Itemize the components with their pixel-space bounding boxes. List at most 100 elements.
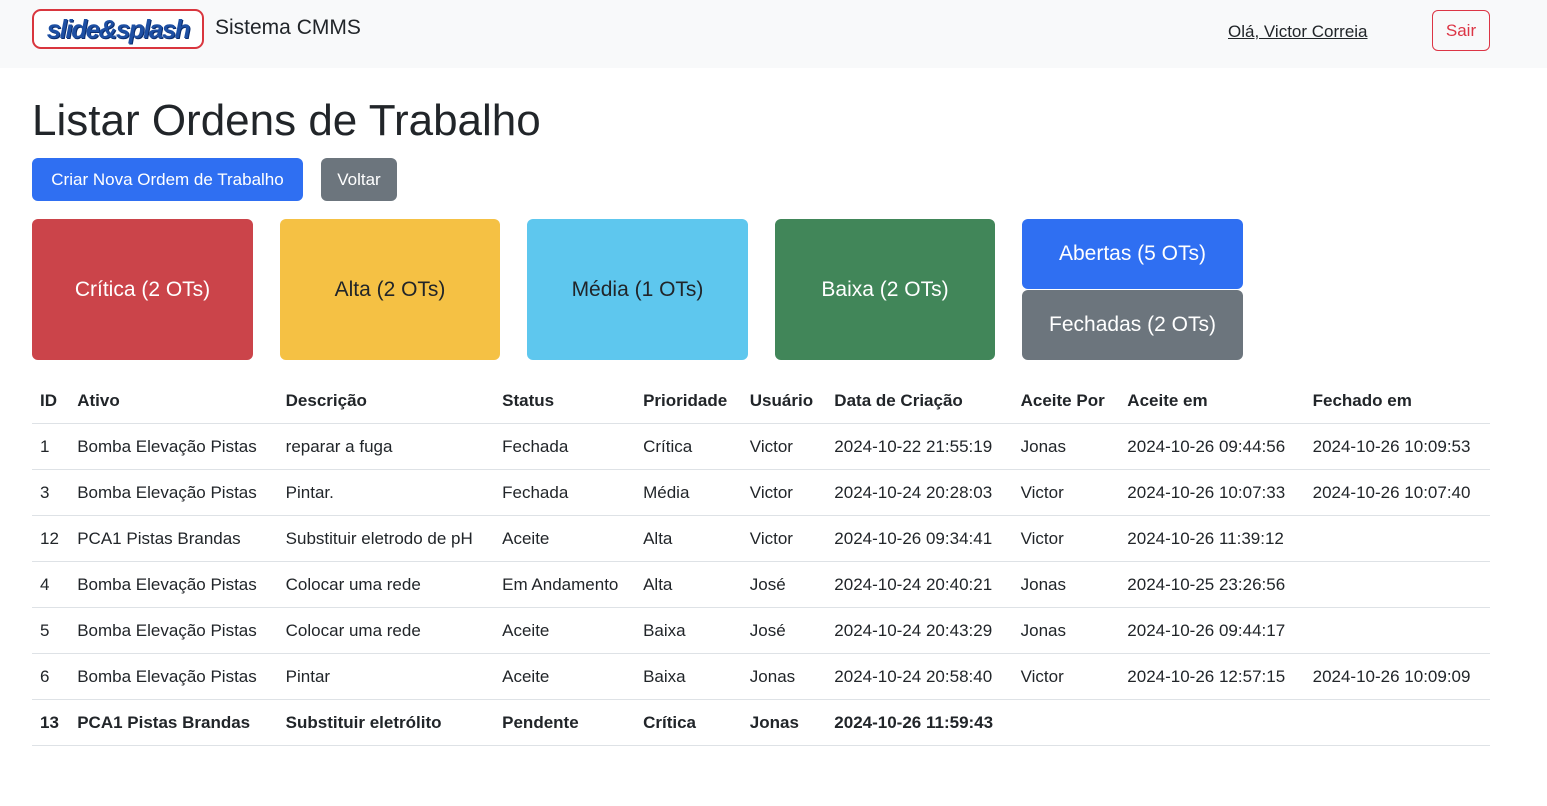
- table-cell: Victor: [741, 423, 827, 470]
- table-cell: 13: [32, 699, 70, 746]
- filter-card-baixa[interactable]: Baixa (2 OTs): [775, 219, 995, 360]
- filter-card-fechadas[interactable]: Fechadas (2 OTs): [1022, 290, 1243, 360]
- table-cell: Aceite: [494, 653, 636, 700]
- table-row[interactable]: 4 Bomba Elevação Pistas Colocar uma rede Em…: [32, 561, 1490, 608]
- column-header: ID: [32, 378, 70, 424]
- create-work-order-button[interactable]: Criar Nova Ordem de Trabalho: [32, 158, 303, 201]
- table-cell: Pintar.: [277, 469, 495, 516]
- table-cell: [1012, 699, 1120, 746]
- table-cell: Bomba Elevação Pistas: [69, 607, 278, 654]
- table-cell: Bomba Elevação Pistas: [69, 561, 278, 608]
- table-cell: 4: [32, 561, 70, 608]
- table-cell: 2024-10-22 21:55:19: [826, 423, 1013, 470]
- table-cell: 2024-10-26 10:09:53: [1304, 423, 1490, 470]
- logout-button[interactable]: Sair: [1432, 10, 1490, 51]
- table-cell: Colocar uma rede: [277, 561, 495, 608]
- table-cell: PCA1 Pistas Brandas: [69, 515, 278, 562]
- filter-card-alta[interactable]: Alta (2 OTs): [280, 219, 500, 360]
- table-cell: José: [741, 561, 827, 608]
- table-cell: Substituir eletrodo de pH: [277, 515, 495, 562]
- table-cell: Victor: [1012, 653, 1120, 700]
- brand-logo[interactable]: slide&splash: [32, 9, 204, 49]
- column-header: Aceite em: [1119, 378, 1305, 424]
- table-cell: 2024-10-24 20:43:29: [826, 607, 1013, 654]
- table-cell: Bomba Elevação Pistas: [69, 423, 278, 470]
- table-cell: Crítica: [635, 423, 742, 470]
- table-cell: Victor: [1012, 515, 1120, 562]
- table-cell: 2024-10-24 20:28:03: [826, 469, 1013, 516]
- table-cell: Fechada: [494, 423, 636, 470]
- card-label-abertas: Abertas (5 OTs): [1058, 242, 1207, 265]
- filter-card-critica[interactable]: Crítica (2 OTs): [32, 219, 253, 360]
- work-orders-table: ID Ativo Descrição Status Prioridade Usuário D…: [32, 378, 1490, 746]
- table-cell: 5: [32, 607, 70, 654]
- table-cell: 12: [32, 515, 70, 562]
- table-cell: 2024-10-25 23:26:56: [1119, 561, 1305, 608]
- card-label-baixa: Baixa (2 OTs): [821, 277, 949, 301]
- table-cell: Aceite: [494, 515, 636, 562]
- back-button[interactable]: Voltar: [321, 158, 397, 201]
- table-cell: Fechada: [494, 469, 636, 516]
- table-cell: Pendente: [494, 699, 636, 746]
- column-header: Prioridade: [635, 378, 742, 424]
- table-row[interactable]: 12 PCA1 Pistas Brandas Substituir eletrodo…: [32, 515, 1490, 562]
- column-header: Ativo: [69, 378, 278, 424]
- column-header: Data de Criação: [826, 378, 1013, 424]
- table-row[interactable]: 1 Bomba Elevação Pistas reparar a fuga Fech…: [32, 423, 1490, 470]
- table-cell: 2024-10-26 12:57:15: [1119, 653, 1305, 700]
- table-cell: 1: [32, 423, 70, 470]
- card-label-alta: Alta (2 OTs): [334, 277, 446, 301]
- table-cell: 2024-10-26 10:07:33: [1119, 469, 1305, 516]
- filter-card-abertas[interactable]: Abertas (5 OTs): [1022, 219, 1243, 289]
- table-cell: José: [741, 607, 827, 654]
- column-header: Aceite Por: [1012, 378, 1120, 424]
- table-cell: Em Andamento: [494, 561, 636, 608]
- table-cell: 2024-10-24 20:40:21: [826, 561, 1013, 608]
- navbar: slide&splash Sistema CMMS Olá, Victor Co…: [0, 0, 1547, 68]
- table-row[interactable]: 13 PCA1 Pistas Brandas Substituir eletróli…: [32, 699, 1490, 746]
- table-cell: 2024-10-24 20:58:40: [826, 653, 1013, 700]
- table-cell: Bomba Elevação Pistas: [69, 653, 278, 700]
- page-title: Listar Ordens de Trabalho: [32, 96, 541, 145]
- column-header: Usuário: [741, 378, 827, 424]
- column-header: Descrição: [277, 378, 495, 424]
- table-cell: 2024-10-26 10:09:09: [1304, 653, 1490, 700]
- table-body: 1 Bomba Elevação Pistas reparar a fuga Fech…: [32, 423, 1490, 746]
- filter-card-media[interactable]: Média (1 OTs): [527, 219, 748, 360]
- table-cell: [1304, 699, 1490, 746]
- table-cell: [1304, 515, 1490, 562]
- column-header: Fechado em: [1304, 378, 1490, 424]
- table-cell: Aceite: [494, 607, 636, 654]
- table-cell: Victor: [741, 469, 827, 516]
- table-cell: Colocar uma rede: [277, 607, 495, 654]
- card-label-media: Média (1 OTs): [571, 277, 704, 301]
- table-header-row: ID Ativo Descrição Status Prioridade Usuário D…: [32, 378, 1490, 424]
- table-cell: 2024-10-26 09:44:17: [1119, 607, 1305, 654]
- table-cell: Jonas: [1012, 561, 1120, 608]
- table-cell: Alta: [635, 561, 742, 608]
- table-cell: Victor: [741, 515, 827, 562]
- table-cell: 6: [32, 653, 70, 700]
- table-cell: Bomba Elevação Pistas: [69, 469, 278, 516]
- table-row[interactable]: 5 Bomba Elevação Pistas Colocar uma rede Ac…: [32, 607, 1490, 654]
- table-cell: Alta: [635, 515, 742, 562]
- table-cell: 2024-10-26 11:59:43: [826, 699, 1013, 746]
- table-cell: Baixa: [635, 607, 742, 654]
- app-title[interactable]: Sistema CMMS: [215, 16, 361, 40]
- user-profile-link[interactable]: Olá, Victor Correia: [1228, 22, 1368, 42]
- table-cell: [1119, 699, 1305, 746]
- table-cell: Jonas: [1012, 607, 1120, 654]
- table-cell: Jonas: [1012, 423, 1120, 470]
- table-cell: Crítica: [635, 699, 742, 746]
- table-row[interactable]: 3 Bomba Elevação Pistas Pintar. Fechada Médi…: [32, 469, 1490, 516]
- table-cell: [1304, 607, 1490, 654]
- table-row[interactable]: 6 Bomba Elevação Pistas Pintar Aceite Baixa J…: [32, 653, 1490, 700]
- table-cell: Pintar: [277, 653, 495, 700]
- table-cell: reparar a fuga: [277, 423, 495, 470]
- table-cell: 2024-10-26 10:07:40: [1304, 469, 1490, 516]
- table-cell: 3: [32, 469, 70, 516]
- table-cell: Jonas: [741, 699, 827, 746]
- table-cell: Jonas: [741, 653, 827, 700]
- table-cell: 2024-10-26 09:34:41: [826, 515, 1013, 562]
- table-cell: Substituir eletrólito: [277, 699, 495, 746]
